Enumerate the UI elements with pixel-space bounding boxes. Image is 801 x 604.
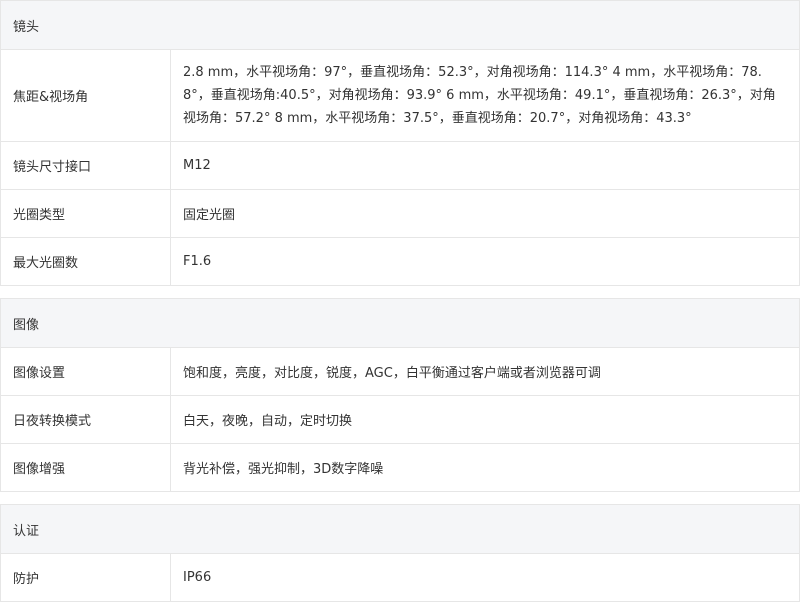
spec-label: 光圈类型	[0, 189, 171, 238]
spec-row: 镜头尺寸接口 M12	[0, 141, 800, 190]
spec-label: 图像增强	[0, 443, 171, 492]
spec-value: F1.6	[170, 237, 800, 286]
spec-row: 图像增强 背光补偿，强光抑制，3D数字降噪	[0, 443, 800, 492]
spec-label: 图像设置	[0, 347, 171, 396]
spec-row: 日夜转换模式 白天，夜晚，自动，定时切换	[0, 395, 800, 444]
spec-row: 焦距&视场角 2.8 mm，水平视场角：97°，垂直视场角：52.3°，对角视场…	[0, 49, 800, 142]
spec-label: 镜头尺寸接口	[0, 141, 171, 190]
spec-row: 最大光圈数 F1.6	[0, 237, 800, 286]
spec-value: 背光补偿，强光抑制，3D数字降噪	[170, 443, 800, 492]
spec-row: 光圈类型 固定光圈	[0, 189, 800, 238]
spec-table-lens: 镜头 焦距&视场角 2.8 mm，水平视场角：97°，垂直视场角：52.3°，对…	[0, 0, 800, 286]
spec-row: 防护 IP66	[0, 553, 800, 602]
section-title: 镜头	[0, 0, 800, 50]
section-title: 图像	[0, 298, 800, 348]
spec-value: 饱和度，亮度，对比度，锐度，AGC，白平衡通过客户端或者浏览器可调	[170, 347, 800, 396]
spec-label: 最大光圈数	[0, 237, 171, 286]
spec-value: 固定光圈	[170, 189, 800, 238]
spec-value: IP66	[170, 553, 800, 602]
section-header-row: 认证	[0, 504, 800, 554]
section-header-row: 镜头	[0, 0, 800, 50]
spec-label: 焦距&视场角	[0, 49, 171, 142]
spec-value: 2.8 mm，水平视场角：97°，垂直视场角：52.3°，对角视场角：114.3…	[170, 49, 800, 142]
spec-label: 日夜转换模式	[0, 395, 171, 444]
spec-row: 图像设置 饱和度，亮度，对比度，锐度，AGC，白平衡通过客户端或者浏览器可调	[0, 347, 800, 396]
section-header-row: 图像	[0, 298, 800, 348]
spec-table-certification: 认证 防护 IP66	[0, 504, 800, 602]
spec-value: 白天，夜晚，自动，定时切换	[170, 395, 800, 444]
spec-label: 防护	[0, 553, 171, 602]
spec-table-image: 图像 图像设置 饱和度，亮度，对比度，锐度，AGC，白平衡通过客户端或者浏览器可…	[0, 298, 800, 492]
section-title: 认证	[0, 504, 800, 554]
spec-value: M12	[170, 141, 800, 190]
